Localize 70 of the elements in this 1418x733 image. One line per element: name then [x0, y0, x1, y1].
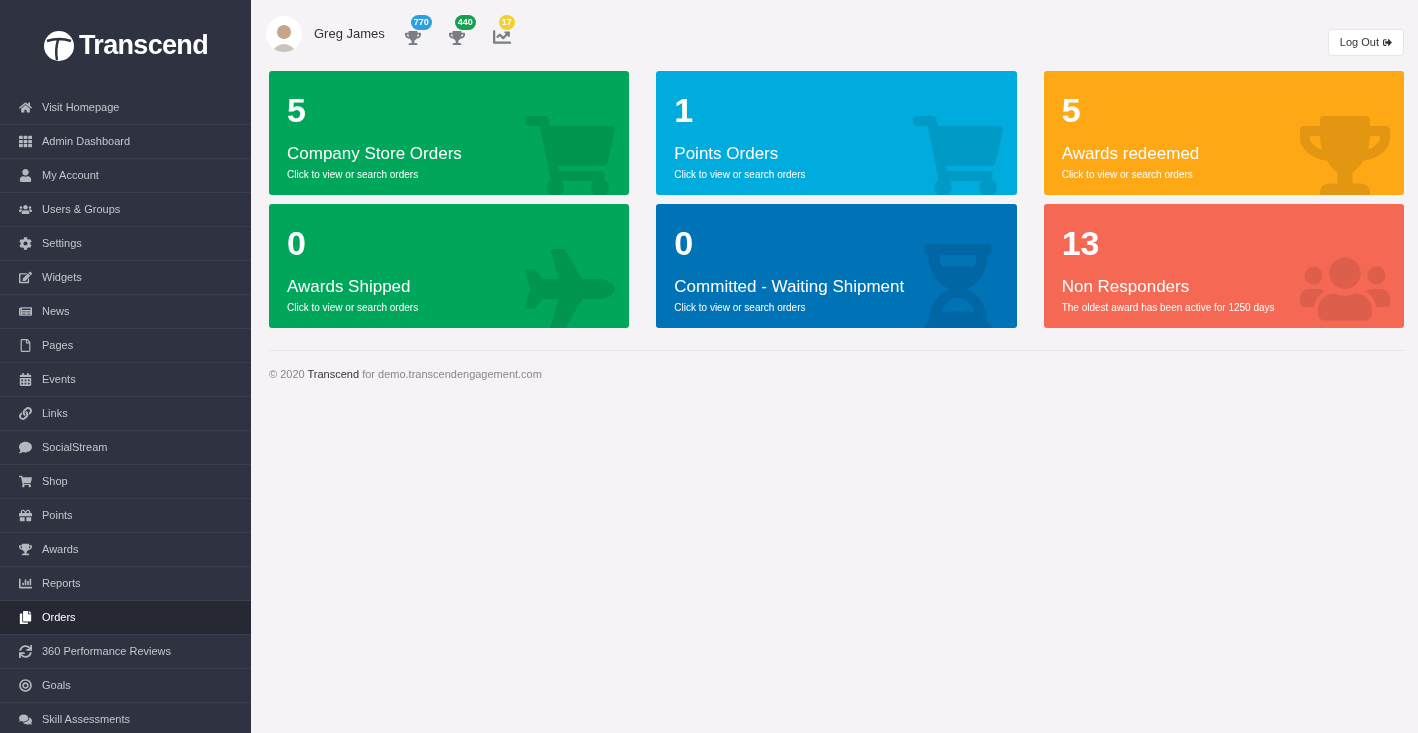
sidebar-item[interactable]: Points: [0, 499, 251, 533]
card-count: 0: [287, 226, 307, 260]
file-icon: [19, 339, 32, 352]
card-subtitle: Click to view or search orders: [287, 168, 420, 183]
sidebar-item[interactable]: Events: [0, 363, 251, 397]
card-subtitle: The oldest award has been active for 1250 days: [1061, 301, 1276, 316]
home-icon: [19, 101, 32, 114]
user-icon: [19, 169, 32, 182]
count-badge: 770: [410, 15, 432, 30]
card-count: 1: [674, 93, 695, 127]
sidebar-item[interactable]: Awards: [0, 533, 251, 567]
logout-icon: [1383, 38, 1392, 47]
logo-icon: [43, 29, 75, 62]
card-title: Points Orders: [674, 143, 780, 165]
target-icon: [19, 679, 32, 692]
user-name: Greg James: [314, 25, 385, 44]
avatar: [266, 16, 302, 52]
refresh-icon: [19, 645, 32, 658]
calendar-icon: [19, 373, 32, 386]
card-count: 0: [674, 226, 695, 260]
logout-button[interactable]: Log Out: [1327, 29, 1404, 56]
sidebar-item[interactable]: Skill Assessments: [0, 703, 251, 733]
logo-text: Transcend: [79, 29, 208, 63]
brand-link[interactable]: Transcend: [307, 368, 360, 380]
sidebar-item[interactable]: Widgets: [0, 261, 251, 295]
sidebar-item[interactable]: My Account: [0, 159, 251, 193]
documents-icon: [19, 611, 32, 624]
speech-bubble-icon: [19, 441, 32, 454]
card-title: Company Store Orders: [287, 143, 463, 165]
trophy-icon[interactable]: [404, 30, 421, 46]
sidebar-item[interactable]: Pages: [0, 329, 251, 363]
gift-icon: [19, 509, 32, 522]
trophy-icon: [19, 543, 32, 556]
settings-icon: [19, 237, 32, 250]
card-subtitle: Click to view or search orders: [1061, 168, 1194, 183]
sidebar-item[interactable]: News: [0, 295, 251, 329]
footer-text: © 2020 Transcend for demo.transcendengagement.com: [269, 367, 543, 382]
newspaper-icon: [19, 305, 32, 318]
sidebar-item[interactable]: Users & Groups: [0, 193, 251, 227]
sidebar-item[interactable]: Shop: [0, 465, 251, 499]
sidebar-item[interactable]: SocialStream: [0, 431, 251, 465]
sidebar-item[interactable]: Orders: [0, 601, 251, 635]
sidebar-item[interactable]: Goals: [0, 669, 251, 703]
trophy-icon[interactable]: [448, 30, 465, 46]
speech-bubbles-icon: [19, 713, 32, 726]
sidebar-item[interactable]: Links: [0, 397, 251, 431]
edit-icon: [19, 271, 32, 284]
card-title: Committed - Waiting Shipment: [674, 276, 906, 298]
card-subtitle: Click to view or search orders: [287, 301, 420, 316]
users-icon: [19, 203, 32, 216]
card-count: 13: [1061, 226, 1101, 260]
bar-chart-icon: [19, 577, 32, 590]
card-count: 5: [287, 93, 307, 127]
card-count: 5: [1061, 93, 1082, 127]
card-title: Awards Shipped: [287, 276, 412, 298]
line-chart-icon[interactable]: [492, 28, 511, 46]
sidebar-item[interactable]: 360 Performance Reviews: [0, 635, 251, 669]
sidebar-item[interactable]: Admin Dashboard: [0, 125, 251, 159]
grid-icon: [19, 135, 32, 148]
card-subtitle: Click to view or search orders: [674, 168, 807, 183]
count-badge: 17: [498, 15, 515, 30]
link-icon: [19, 407, 32, 420]
stat-card[interactable]: 0 Committed - Waiting Shipment Click to view or search orders: [656, 204, 1017, 328]
sidebar-item[interactable]: Visit Homepage: [0, 91, 251, 125]
card-title: Non Responders: [1061, 276, 1191, 298]
card-subtitle: Click to view or search orders: [674, 301, 807, 316]
cart-icon: [19, 475, 32, 488]
sidebar-item[interactable]: Settings: [0, 227, 251, 261]
card-title: Awards redeemed: [1061, 143, 1201, 165]
count-badge: 440: [454, 15, 476, 30]
